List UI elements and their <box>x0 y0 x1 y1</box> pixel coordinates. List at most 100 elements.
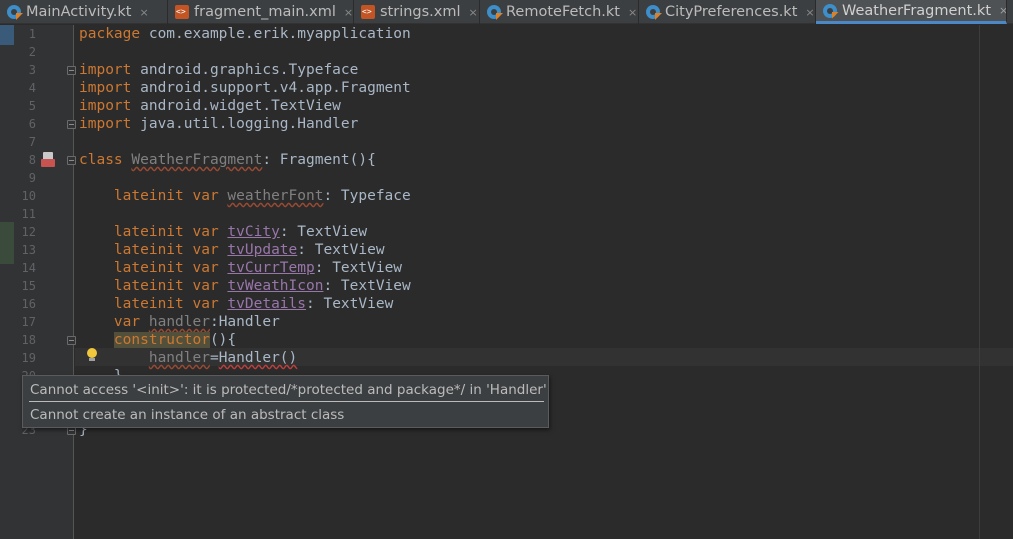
property-name: tvWeathIcon <box>227 278 324 294</box>
keyword: lateinit var <box>113 260 219 276</box>
line-number: 16 <box>21 297 36 311</box>
line-number: 15 <box>21 279 36 293</box>
line-number: 14 <box>21 261 36 275</box>
line-number: 17 <box>21 315 36 329</box>
tab-label: strings.xml <box>380 4 461 20</box>
code-text: :Handler <box>209 314 280 330</box>
code-text: : TextView <box>279 224 368 240</box>
code-line-3: import android.graphics.Typeface <box>79 61 358 79</box>
line-number: 5 <box>28 99 36 113</box>
property-name: weatherFont <box>227 188 324 204</box>
kotlin-file-icon <box>823 3 837 18</box>
code-text: android.support.v4.app.Fragment <box>131 80 411 96</box>
keyword: lateinit var <box>113 188 219 204</box>
close-icon[interactable]: × <box>999 4 1006 17</box>
tab-label: MainActivity.kt <box>26 4 132 20</box>
error-call: Handler() <box>218 350 298 366</box>
line-number: 7 <box>28 135 36 149</box>
tab-fragment-main-xml[interactable]: fragment_main.xml × <box>168 0 354 24</box>
code-text: : TextView <box>314 260 403 276</box>
keyword: import <box>79 98 132 114</box>
keyword: lateinit var <box>113 278 219 294</box>
tab-citypreferences[interactable]: CityPreferences.kt × <box>639 0 816 24</box>
tab-strings-xml[interactable]: strings.xml × <box>354 0 480 24</box>
code-text: : TextView <box>306 296 394 312</box>
code-line-16: lateinit var tvDetails: TextView <box>79 295 393 313</box>
line-number: 1 <box>28 27 36 41</box>
line-number: 10 <box>21 189 36 203</box>
tab-mainactivity[interactable]: MainActivity.kt × <box>0 0 168 24</box>
line-number: 4 <box>28 81 36 95</box>
tab-label: CityPreferences.kt <box>665 4 798 20</box>
code-text: android.widget.TextView <box>131 98 341 114</box>
xml-file-icon <box>175 5 189 19</box>
keyword: lateinit var <box>113 224 219 240</box>
kotlin-file-icon <box>646 5 660 19</box>
error-message: Cannot create an instance of an abstract… <box>30 407 345 423</box>
code-line-18: constructor(){ <box>79 331 236 349</box>
property-name: handler <box>148 350 210 366</box>
code-line-17: var handler:Handler <box>79 313 280 331</box>
tab-weatherfragment[interactable]: WeatherFragment.kt × <box>816 0 1007 24</box>
kotlin-file-icon <box>487 5 501 19</box>
tab-label: WeatherFragment.kt <box>842 2 992 19</box>
line-number: 8 <box>28 153 36 167</box>
divider <box>29 401 544 402</box>
line-number: 13 <box>21 243 36 257</box>
implements-icon[interactable] <box>41 152 55 167</box>
right-margin-guide <box>979 25 980 539</box>
code-text: = <box>209 350 219 366</box>
tab-remotefetch[interactable]: RemoteFetch.kt × <box>480 0 639 24</box>
line-number: 18 <box>21 333 36 347</box>
property-name: tvDetails <box>227 296 306 312</box>
kotlin-file-icon <box>7 5 21 19</box>
property-name: tvUpdate <box>227 242 298 258</box>
code-line-15: lateinit var tvWeathIcon: TextView <box>79 277 411 295</box>
code-text: java.util.logging.Handler <box>131 116 359 132</box>
code-line-13: lateinit var tvUpdate: TextView <box>79 241 385 259</box>
line-number: 19 <box>21 351 36 365</box>
code-line-8: class WeatherFragment: Fragment(){ <box>79 151 376 169</box>
code-text: : TextView <box>323 278 411 294</box>
tab-label: fragment_main.xml <box>194 4 336 20</box>
close-icon[interactable]: × <box>139 6 148 19</box>
code-text: com.example.erik.myapplication <box>140 26 411 42</box>
code-line-10: lateinit var weatherFont: Typeface <box>79 187 411 205</box>
keyword: import <box>79 62 132 78</box>
line-number: 3 <box>28 63 36 77</box>
xml-file-icon <box>361 5 375 19</box>
code-line-19: handler=Handler() <box>79 349 297 367</box>
property-name: tvCurrTemp <box>227 260 315 276</box>
keyword: import <box>79 116 132 132</box>
code-text: android.graphics.Typeface <box>131 62 359 78</box>
code-text: : TextView <box>297 242 385 258</box>
line-number: 9 <box>28 171 36 185</box>
change-marker <box>0 222 14 264</box>
close-icon[interactable]: × <box>628 6 637 19</box>
keyword: package <box>79 26 141 42</box>
keyword: constructor <box>113 332 210 348</box>
keyword: class <box>79 152 123 168</box>
tab-label: RemoteFetch.kt <box>506 4 620 20</box>
keyword: lateinit var <box>113 242 219 258</box>
property-name: tvCity <box>227 224 280 240</box>
editor-left-edge <box>0 25 14 539</box>
property-name: handler <box>148 314 210 330</box>
close-icon[interactable]: × <box>805 6 814 19</box>
error-tooltip: Cannot access '<init>': it is protected/… <box>22 375 549 428</box>
class-name: WeatherFragment <box>131 152 263 168</box>
error-message: Cannot access '<init>': it is protected/… <box>30 382 547 398</box>
code-line-14: lateinit var tvCurrTemp: TextView <box>79 259 402 277</box>
code-text: : Typeface <box>323 188 411 204</box>
line-number: 6 <box>28 117 36 131</box>
code-text: : Fragment(){ <box>262 152 376 168</box>
keyword: lateinit var <box>113 296 219 312</box>
keyword: import <box>79 80 132 96</box>
code-text: (){ <box>209 332 237 348</box>
code-line-12: lateinit var tvCity: TextView <box>79 223 367 241</box>
line-number: 11 <box>21 207 36 221</box>
code-line-5: import android.widget.TextView <box>79 97 341 115</box>
close-icon[interactable]: × <box>344 6 353 19</box>
code-line-6: import java.util.logging.Handler <box>79 115 358 133</box>
close-icon[interactable]: × <box>469 6 478 19</box>
